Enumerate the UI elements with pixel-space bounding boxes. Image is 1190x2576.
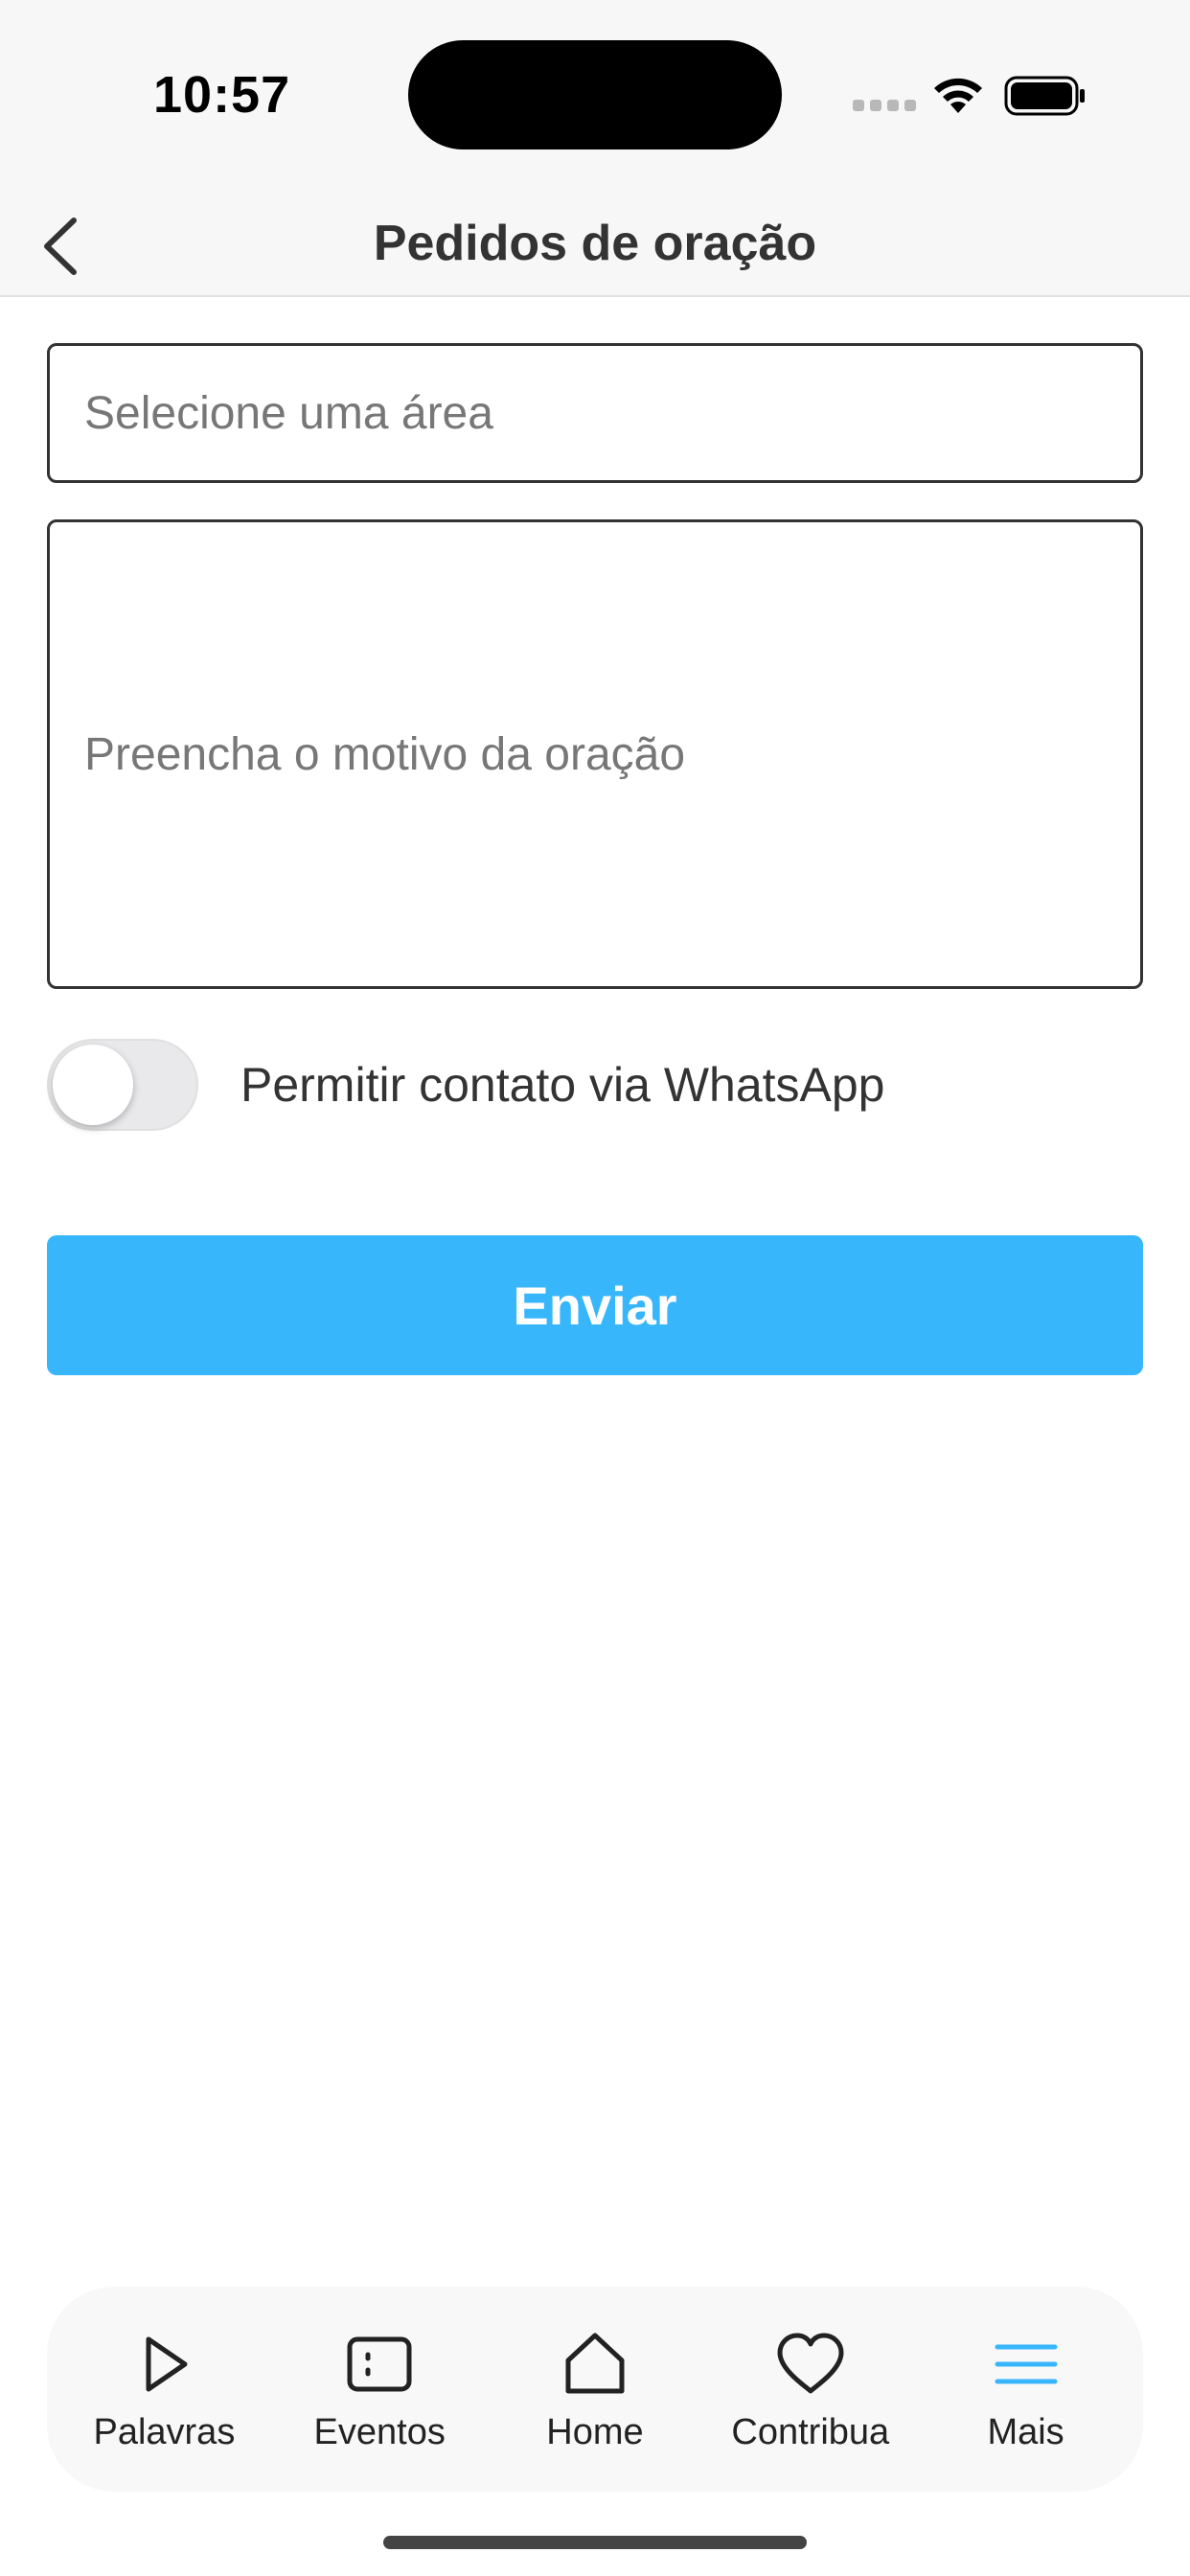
status-bar: 10:57: [0, 0, 1190, 192]
whatsapp-toggle[interactable]: [47, 1039, 198, 1131]
prayer-reason-placeholder: Preencha o motivo da oração: [84, 728, 686, 780]
prayer-reason-textarea[interactable]: Preencha o motivo da oração: [47, 519, 1143, 989]
tab-label: Home: [546, 2411, 644, 2452]
area-select-placeholder: Selecione uma área: [84, 387, 493, 439]
home-icon: [565, 2333, 625, 2393]
tab-label: Eventos: [313, 2411, 446, 2452]
screen: 10:57 Pedidos de oração Selecione uma ár…: [0, 0, 1190, 2576]
home-indicator: [383, 2536, 807, 2549]
page-title: Pedidos de oração: [373, 216, 817, 271]
cellular-signal-icon: [853, 100, 916, 111]
tab-eventos[interactable]: Eventos: [279, 2298, 480, 2480]
status-time: 10:57: [153, 66, 291, 124]
wifi-icon: [934, 78, 982, 113]
area-select[interactable]: Selecione uma área: [47, 343, 1143, 483]
bottom-tab-bar: Palavras Eventos Home Contribua Mais: [47, 2287, 1143, 2492]
dynamic-island: [408, 40, 782, 150]
whatsapp-toggle-row: Permitir contato via WhatsApp: [47, 1037, 1143, 1133]
tab-label: Contribua: [731, 2411, 890, 2452]
tab-contribua[interactable]: Contribua: [710, 2298, 911, 2480]
heart-icon: [777, 2333, 844, 2393]
navigation-header: Pedidos de oração: [0, 192, 1190, 297]
send-button[interactable]: Enviar: [47, 1235, 1143, 1375]
battery-icon: [1004, 76, 1085, 116]
calendar-card-icon: [347, 2336, 412, 2391]
tab-label: Mais: [987, 2411, 1064, 2452]
toggle-knob: [53, 1045, 133, 1125]
tab-home[interactable]: Home: [494, 2298, 696, 2480]
menu-icon: [995, 2344, 1058, 2383]
tab-palavras[interactable]: Palavras: [63, 2298, 264, 2480]
tab-label: Palavras: [93, 2411, 236, 2452]
play-icon: [146, 2336, 188, 2391]
whatsapp-toggle-label: Permitir contato via WhatsApp: [240, 1058, 885, 1112]
tab-mais[interactable]: Mais: [926, 2298, 1127, 2480]
